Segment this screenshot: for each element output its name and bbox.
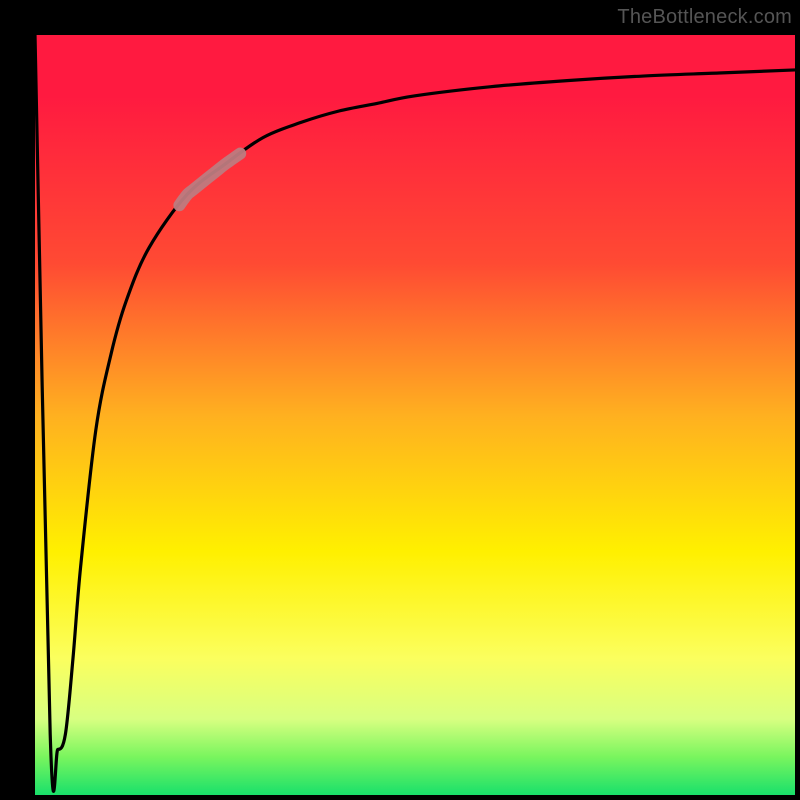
watermark-text: TheBottleneck.com	[617, 6, 792, 29]
chart-container: TheBottleneck.com	[0, 0, 800, 800]
curve-highlight	[179, 154, 240, 206]
curve-path	[35, 35, 795, 791]
curve-svg	[35, 35, 795, 795]
plot-area	[35, 35, 795, 795]
